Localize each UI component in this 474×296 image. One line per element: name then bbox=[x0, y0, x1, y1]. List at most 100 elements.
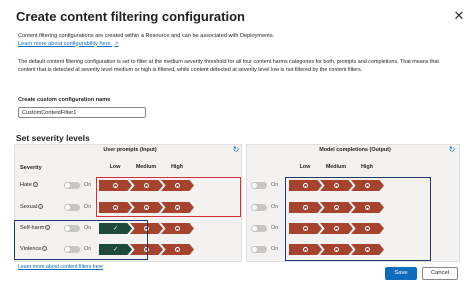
block-icon bbox=[175, 247, 180, 252]
toggle-label: On bbox=[271, 204, 279, 210]
toggle-label: On bbox=[84, 225, 92, 231]
prompt-level-low-self-harm[interactable]: ✓ bbox=[99, 223, 132, 234]
category-label: Self-harm bbox=[20, 225, 45, 231]
category-violence: Violence i bbox=[20, 245, 48, 253]
content-filters-link[interactable]: Learn more about content filters here bbox=[18, 264, 103, 270]
config-name-label: Create custom configuration name bbox=[18, 97, 111, 103]
category-sexual: Sexual i bbox=[20, 203, 44, 211]
toggle-knob bbox=[65, 205, 70, 210]
toggle-label: On bbox=[84, 246, 92, 252]
block-icon bbox=[303, 247, 308, 252]
refresh-icon[interactable]: ↻ bbox=[447, 145, 457, 155]
level-header-high: High bbox=[361, 164, 373, 170]
intro-text: Content filtering configurations are cre… bbox=[18, 33, 458, 48]
block-icon bbox=[334, 226, 339, 231]
prompt-level-high-self-harm[interactable] bbox=[161, 223, 194, 234]
completion-level-high-self-harm[interactable] bbox=[351, 223, 384, 234]
severity-column-header: Severity bbox=[20, 165, 42, 171]
block-icon bbox=[113, 205, 118, 210]
block-icon bbox=[365, 247, 370, 252]
severity-section-title: Set severity levels bbox=[16, 133, 90, 143]
check-icon: ✓ bbox=[112, 225, 119, 232]
info-icon[interactable]: i bbox=[42, 246, 48, 252]
completion-toggle-sexual[interactable] bbox=[251, 204, 267, 211]
prompt-level-medium-hate[interactable] bbox=[130, 180, 163, 191]
dialog-title: Create content filtering configuration bbox=[16, 9, 245, 24]
completion-level-high-hate[interactable] bbox=[351, 180, 384, 191]
completion-level-low-violence[interactable] bbox=[289, 244, 322, 255]
info-icon[interactable]: i bbox=[32, 182, 38, 188]
toggle-label: On bbox=[271, 246, 279, 252]
completion-level-high-sexual[interactable] bbox=[351, 202, 384, 213]
block-icon bbox=[175, 226, 180, 231]
toggle-label: On bbox=[84, 204, 92, 210]
save-button[interactable]: Save bbox=[385, 267, 417, 280]
block-icon bbox=[144, 205, 149, 210]
prompt-level-high-violence[interactable] bbox=[161, 244, 194, 255]
toggle-label: On bbox=[271, 225, 279, 231]
intro-description: Content filtering configurations are cre… bbox=[18, 33, 275, 39]
block-icon bbox=[334, 205, 339, 210]
default-config-description: The default content filtering configurat… bbox=[18, 59, 439, 73]
block-icon bbox=[144, 183, 149, 188]
completion-level-low-self-harm[interactable] bbox=[289, 223, 322, 234]
prompt-toggle-hate[interactable] bbox=[64, 182, 80, 189]
prompt-toggle-sexual[interactable] bbox=[64, 204, 80, 211]
prompt-level-low-sexual[interactable] bbox=[99, 202, 132, 213]
block-icon bbox=[334, 247, 339, 252]
completion-level-high-violence[interactable] bbox=[351, 244, 384, 255]
prompt-toggle-violence[interactable] bbox=[64, 246, 80, 253]
toggle-knob bbox=[65, 226, 70, 231]
block-icon bbox=[365, 183, 370, 188]
prompt-level-medium-self-harm[interactable] bbox=[130, 223, 163, 234]
block-icon bbox=[113, 183, 118, 188]
category-self-harm: Self-harm i bbox=[20, 224, 51, 232]
prompt-level-low-hate[interactable] bbox=[99, 180, 132, 191]
close-icon[interactable]: ✕ bbox=[452, 9, 466, 23]
block-icon bbox=[144, 226, 149, 231]
toggle-knob bbox=[252, 205, 257, 210]
configurability-link[interactable]: Learn more about configurability here. bbox=[18, 41, 112, 47]
category-label: Sexual bbox=[20, 204, 38, 210]
prompt-level-high-hate[interactable] bbox=[161, 180, 194, 191]
completions-header: Model completions (Output) bbox=[319, 147, 391, 153]
toggle-knob bbox=[252, 247, 257, 252]
completion-level-medium-hate[interactable] bbox=[320, 180, 353, 191]
config-name-input[interactable] bbox=[18, 107, 146, 118]
toggle-knob bbox=[65, 247, 70, 252]
block-icon bbox=[303, 226, 308, 231]
prompt-toggle-self-harm[interactable] bbox=[64, 225, 80, 232]
block-icon bbox=[365, 226, 370, 231]
toggle-knob bbox=[252, 183, 257, 188]
block-icon bbox=[334, 183, 339, 188]
toggle-knob bbox=[65, 183, 70, 188]
info-icon[interactable]: i bbox=[45, 225, 51, 231]
prompts-header: User prompts (Input) bbox=[103, 147, 157, 153]
category-hate: Hate i bbox=[20, 181, 38, 189]
completion-level-medium-sexual[interactable] bbox=[320, 202, 353, 213]
completion-level-medium-violence[interactable] bbox=[320, 244, 353, 255]
cancel-button[interactable]: Cancel bbox=[422, 267, 458, 280]
completion-level-low-hate[interactable] bbox=[289, 180, 322, 191]
block-icon bbox=[175, 205, 180, 210]
prompt-level-medium-violence[interactable] bbox=[130, 244, 163, 255]
completion-toggle-self-harm[interactable] bbox=[251, 225, 267, 232]
toggle-label: On bbox=[84, 182, 92, 188]
toggle-label: On bbox=[271, 182, 279, 188]
refresh-icon[interactable]: ↻ bbox=[231, 145, 241, 155]
category-label: Hate bbox=[20, 182, 32, 188]
prompt-level-high-sexual[interactable] bbox=[161, 202, 194, 213]
block-icon bbox=[365, 205, 370, 210]
completion-toggle-violence[interactable] bbox=[251, 246, 267, 253]
block-icon bbox=[303, 183, 308, 188]
category-label: Violence bbox=[20, 246, 42, 252]
info-icon[interactable]: i bbox=[38, 204, 44, 210]
block-icon bbox=[303, 205, 308, 210]
prompt-level-low-violence[interactable]: ✓ bbox=[99, 244, 132, 255]
block-icon bbox=[175, 183, 180, 188]
completion-level-low-sexual[interactable] bbox=[289, 202, 322, 213]
toggle-knob bbox=[252, 226, 257, 231]
completion-toggle-hate[interactable] bbox=[251, 182, 267, 189]
completion-level-medium-self-harm[interactable] bbox=[320, 223, 353, 234]
prompt-level-medium-sexual[interactable] bbox=[130, 202, 163, 213]
